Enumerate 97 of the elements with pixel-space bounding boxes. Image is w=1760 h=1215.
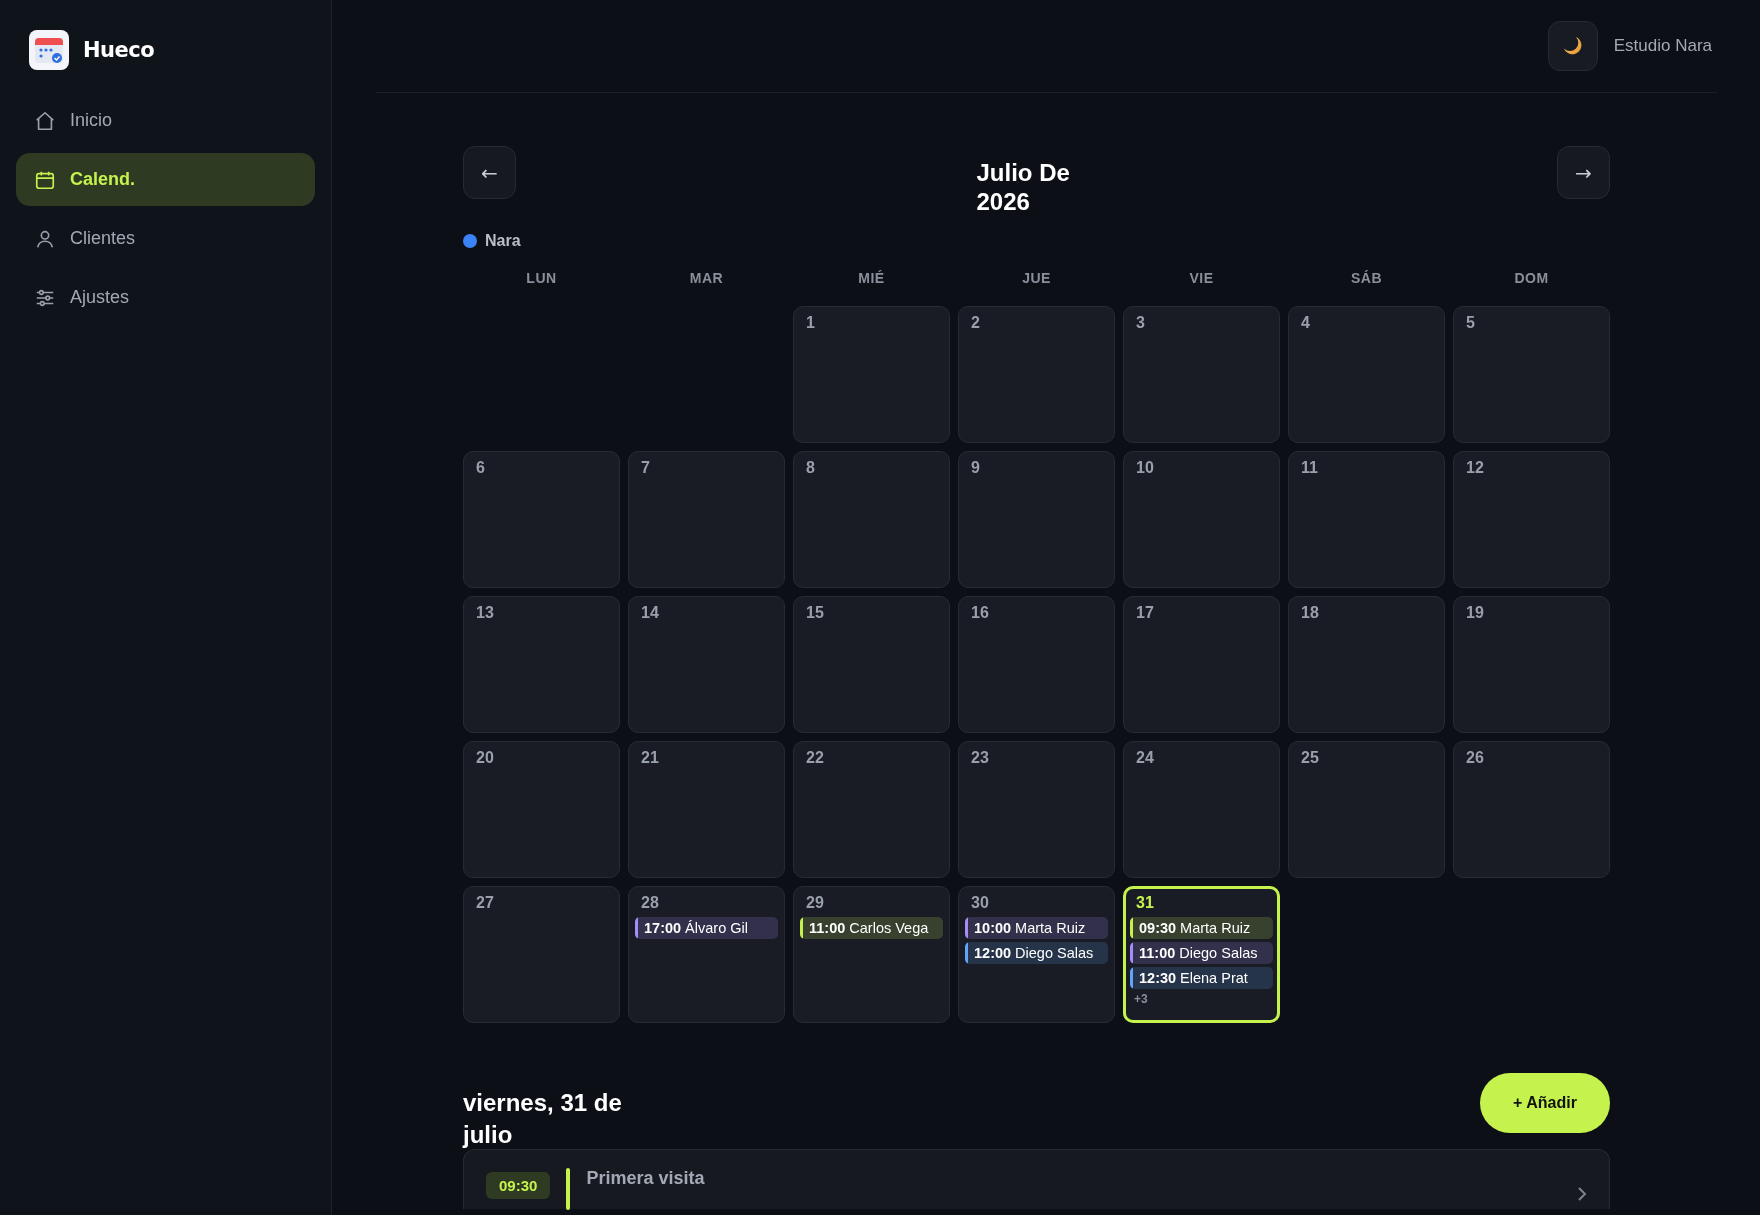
day-cell[interactable]: 3 <box>1123 306 1280 443</box>
day-number: 18 <box>1301 604 1319 622</box>
day-number: 23 <box>971 749 989 767</box>
day-number: 27 <box>476 894 494 912</box>
day-cell[interactable]: 2 <box>958 306 1115 443</box>
weekday-label: VIE <box>1189 270 1214 288</box>
calendar-event[interactable]: 11:00 Diego Salas <box>1130 942 1273 964</box>
calendar-event[interactable]: 10:00 Marta Ruiz <box>965 917 1108 939</box>
more-events-count[interactable]: +3 <box>1134 992 1148 1006</box>
day-number: 4 <box>1301 314 1310 332</box>
day-number: 6 <box>476 459 485 477</box>
day-cell[interactable]: 9 <box>958 451 1115 588</box>
previous-month-button[interactable]: ← <box>463 146 516 199</box>
day-number: 14 <box>641 604 659 622</box>
calendar-event[interactable]: 12:00 Diego Salas <box>965 942 1108 964</box>
chevron-right-icon <box>1577 1186 1587 1202</box>
day-number: 9 <box>971 459 980 477</box>
day-cell[interactable]: 16 <box>958 596 1115 733</box>
day-number: 11 <box>1301 459 1318 477</box>
calendar-event[interactable]: 12:30 Elena Prat <box>1130 967 1273 989</box>
day-number: 30 <box>971 894 989 912</box>
day-cell[interactable]: 1 <box>793 306 950 443</box>
day-cell[interactable]: 19 <box>1453 596 1610 733</box>
day-cell[interactable]: 20 <box>463 741 620 878</box>
day-heading: viernes, 31 de julio <box>463 1088 623 1150</box>
nav-item[interactable]: Inicio <box>16 94 315 147</box>
day-number: 22 <box>806 749 824 767</box>
day-cell[interactable]: 18 <box>1288 596 1445 733</box>
home-icon <box>34 109 56 132</box>
day-cell[interactable]: 15 <box>793 596 950 733</box>
calendar-event[interactable]: 17:00 Álvaro Gil <box>635 917 778 939</box>
day-cell[interactable]: 30 10:00 Marta Ruiz 12:00 Diego Salas <box>958 886 1115 1023</box>
day-number: 3 <box>1136 314 1145 332</box>
day-number: 7 <box>641 459 650 477</box>
day-number: 15 <box>806 604 824 622</box>
day-cell[interactable]: 10 <box>1123 451 1280 588</box>
day-number: 24 <box>1136 749 1154 767</box>
day-cell[interactable]: 14 <box>628 596 785 733</box>
day-cell[interactable]: 6 <box>463 451 620 588</box>
day-cell[interactable]: 22 <box>793 741 950 878</box>
day-number: 17 <box>1136 604 1154 622</box>
logo-icon <box>29 30 69 70</box>
day-cell[interactable]: 4 <box>1288 306 1445 443</box>
day-cell[interactable]: 27 <box>463 886 620 1023</box>
day-cell[interactable]: 31 09:30 Marta Ruiz 11:00 Diego Salas 12:30 Elena Prat +3 <box>1123 886 1280 1023</box>
day-cell[interactable]: 23 <box>958 741 1115 878</box>
day-number: 2 <box>971 314 980 332</box>
month-title: Julio De 2026 <box>976 158 1071 216</box>
day-cell[interactable]: 25 <box>1288 741 1445 878</box>
weekday-label: LUN <box>526 270 557 288</box>
weekday-label: SÁB <box>1350 270 1383 288</box>
weekday-label: DOM <box>1514 270 1549 288</box>
day-number: 13 <box>476 604 494 622</box>
day-number: 19 <box>1466 604 1484 622</box>
day-number: 16 <box>971 604 989 622</box>
day-cell[interactable]: 26 <box>1453 741 1610 878</box>
day-cell[interactable]: 7 <box>628 451 785 588</box>
day-number: 25 <box>1301 749 1319 767</box>
weekday-label: MIÉ <box>858 270 885 288</box>
day-cell[interactable]: 17 <box>1123 596 1280 733</box>
nav-item[interactable]: Calend. <box>16 153 315 206</box>
day-cell[interactable]: 24 <box>1123 741 1280 878</box>
day-number: 21 <box>641 749 659 767</box>
calendar-event[interactable]: 09:30 Marta Ruiz <box>1130 917 1273 939</box>
moon-icon <box>1562 36 1583 56</box>
day-number: 26 <box>1466 749 1484 767</box>
studio-name: Estudio Nara <box>1613 36 1712 56</box>
day-cell[interactable]: 5 <box>1453 306 1610 443</box>
day-number: 8 <box>806 459 815 477</box>
add-appointment-button[interactable]: + Añadir <box>1480 1073 1610 1133</box>
weekday-label: MAR <box>689 270 724 288</box>
brand-name: Hueco <box>83 38 155 62</box>
legend-label: Nara <box>485 232 521 250</box>
day-number: 5 <box>1466 314 1475 332</box>
day-cell[interactable]: 11 <box>1288 451 1445 588</box>
appointment-card[interactable]: 09:30 Primera visita <box>463 1149 1610 1209</box>
day-cell[interactable]: 21 <box>628 741 785 878</box>
appointment-title: Primera visita <box>586 1168 706 1189</box>
day-number: 20 <box>476 749 494 767</box>
day-number: 28 <box>641 894 659 912</box>
theme-toggle-button[interactable] <box>1547 21 1598 71</box>
nav-item[interactable]: Ajustes <box>16 271 315 324</box>
day-number: 29 <box>806 894 824 912</box>
day-cell[interactable]: 29 11:00 Carlos Vega <box>793 886 950 1023</box>
day-number: 10 <box>1136 459 1154 477</box>
appointment-time: 09:30 <box>486 1172 551 1199</box>
day-cell[interactable]: 8 <box>793 451 950 588</box>
day-cell[interactable]: 13 <box>463 596 620 733</box>
weekday-label: JUE <box>1022 270 1051 288</box>
day-cell[interactable]: 12 <box>1453 451 1610 588</box>
day-number: 1 <box>806 314 815 332</box>
day-number: 31 <box>1136 894 1154 912</box>
day-number: 12 <box>1466 459 1484 477</box>
nav-item[interactable]: Clientes <box>16 212 315 265</box>
day-cell[interactable]: 28 17:00 Álvaro Gil <box>628 886 785 1023</box>
next-month-button[interactable]: → <box>1557 146 1610 199</box>
calendar-event[interactable]: 11:00 Carlos Vega <box>800 917 943 939</box>
